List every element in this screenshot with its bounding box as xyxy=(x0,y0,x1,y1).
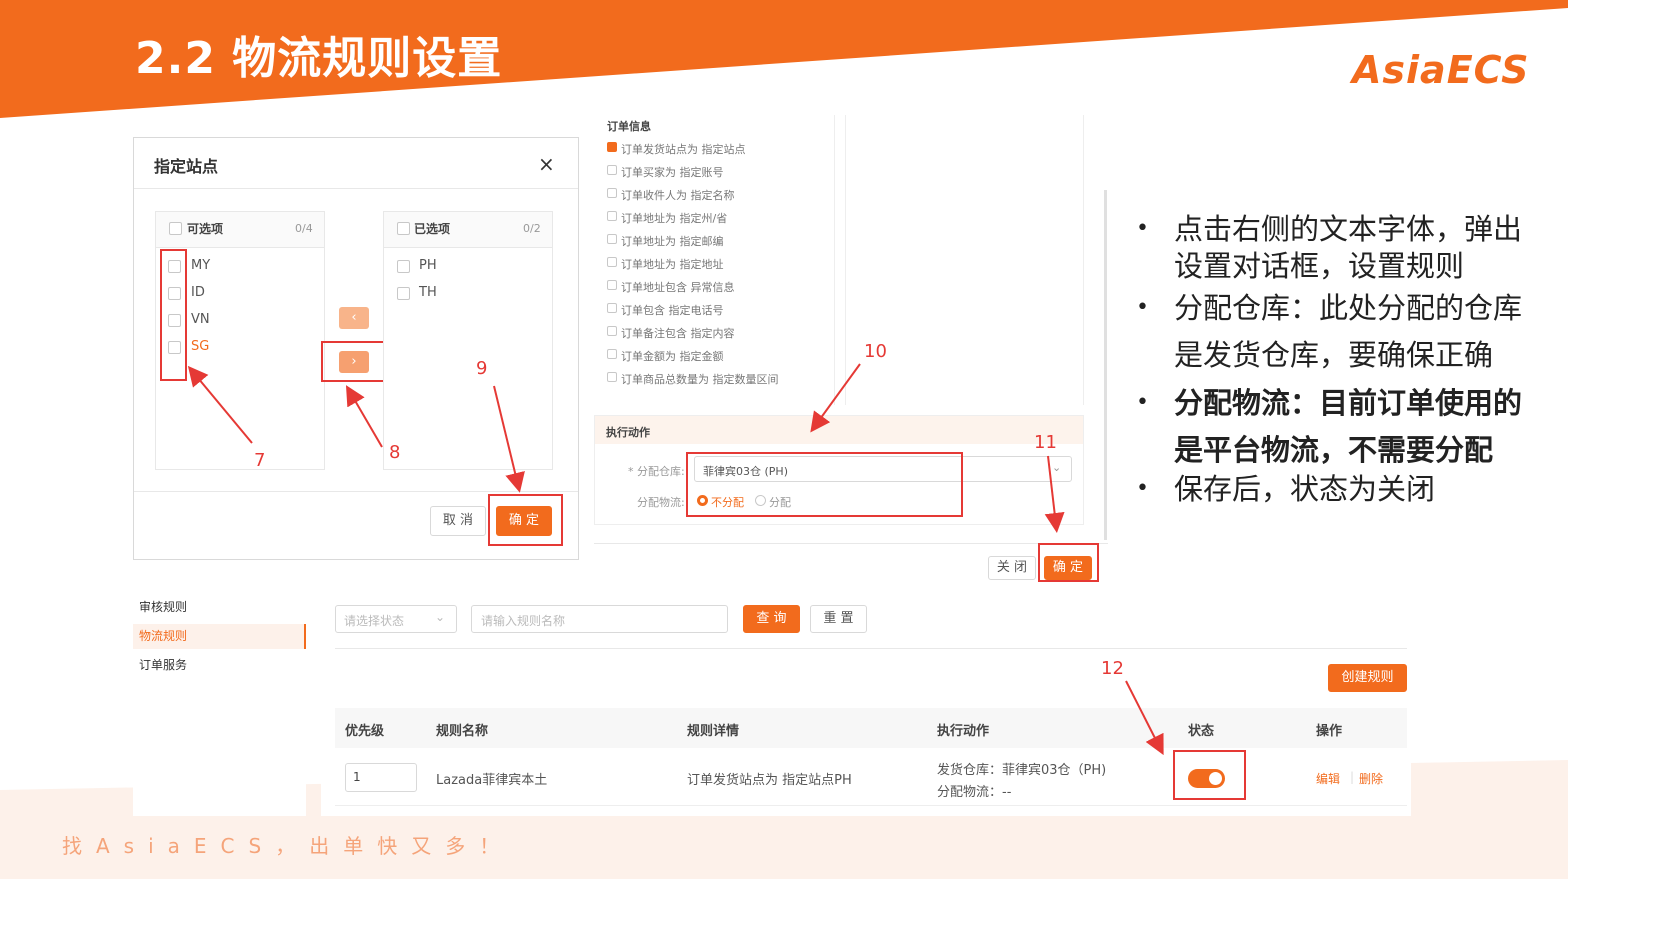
arrow-9 xyxy=(493,385,525,493)
arrow-12 xyxy=(1125,680,1164,756)
arrow-7 xyxy=(187,365,253,444)
annotation-arrows xyxy=(187,363,1164,756)
annotation-number-7: 7 xyxy=(254,450,266,471)
arrow-8 xyxy=(345,385,383,448)
annotation-number-10: 10 xyxy=(864,341,887,362)
annotation-number-9: 9 xyxy=(476,358,488,379)
arrow-11 xyxy=(1044,455,1065,533)
arrow-10 xyxy=(810,363,861,433)
annotation-number-8: 8 xyxy=(389,442,401,463)
annotation-number-12: 12 xyxy=(1101,658,1124,679)
annotation-number-11: 11 xyxy=(1034,432,1057,453)
